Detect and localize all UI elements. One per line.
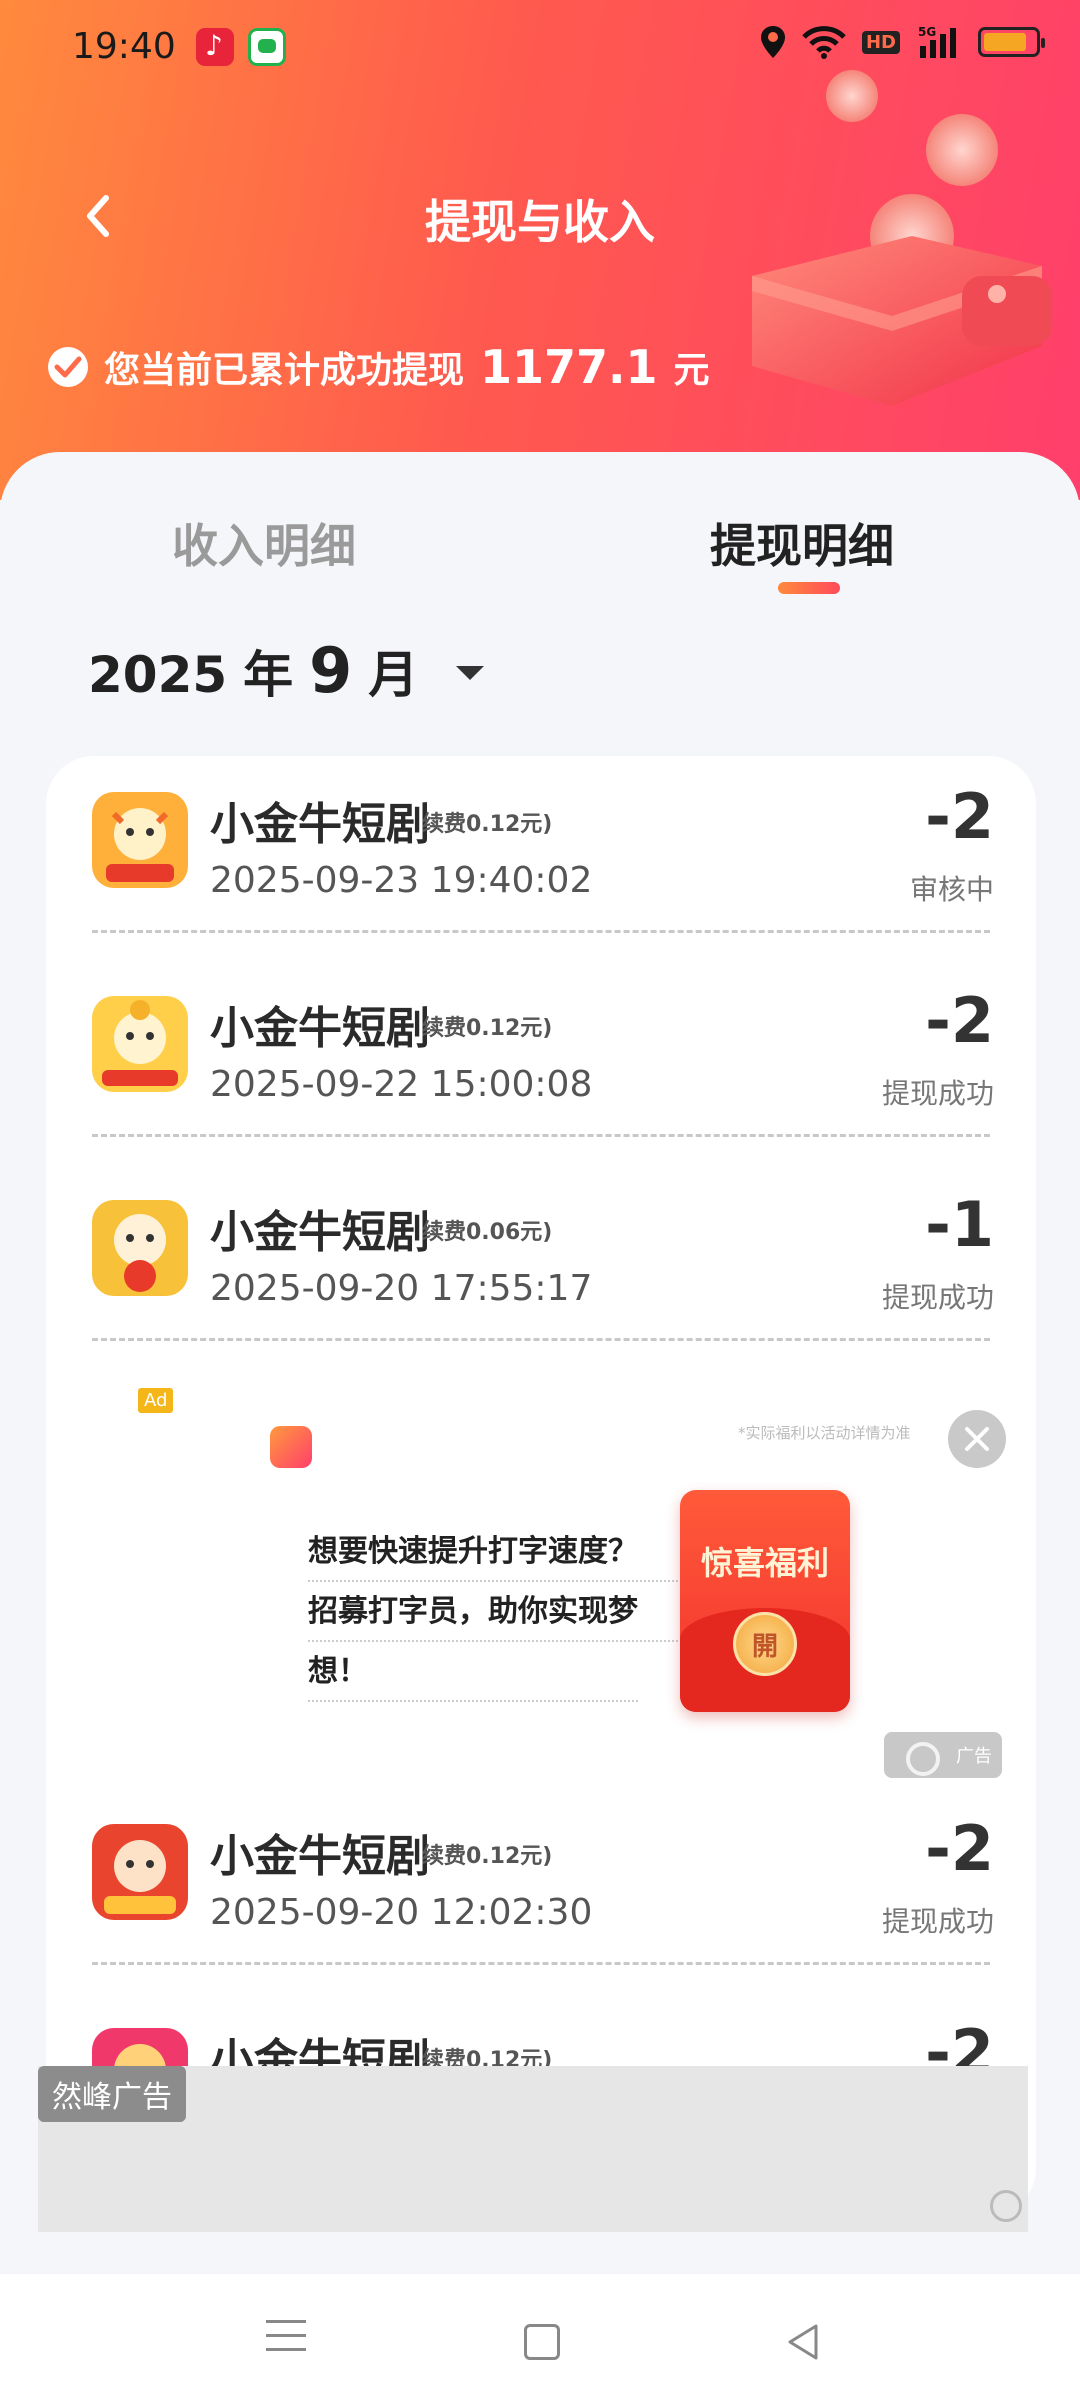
record-status: 提现成功: [881, 1905, 994, 1938]
ad-provider-logo-icon: [990, 2190, 1022, 2222]
record-title: 小金牛短剧: [210, 2035, 430, 2072]
record-time: 2025-09-23 19:40:02: [210, 860, 593, 901]
menu-line: [266, 2320, 306, 2323]
app-icon-bull: [92, 792, 188, 888]
month-selector-month: 9: [309, 634, 353, 707]
red-packet-button[interactable]: 惊喜福利 開: [680, 1490, 850, 1712]
record-time: 2025-09-20 12:02:30: [210, 1892, 593, 1933]
location-icon: [760, 26, 785, 58]
check-circle-icon: [48, 347, 88, 387]
close-icon: [965, 1427, 989, 1451]
triangle-back-icon: [788, 2324, 818, 2360]
chat-app-icon: [248, 28, 286, 66]
system-navigation-bar: [0, 2274, 1080, 2408]
tab-income-detail[interactable]: 收入明细: [172, 510, 356, 576]
menu-line: [266, 2334, 306, 2337]
record-status: 提现成功: [881, 1281, 994, 1314]
dashed-divider: [92, 1338, 990, 1341]
battery-icon: [978, 27, 1045, 57]
ad-line: 招募打字员，助你实现梦: [308, 1586, 690, 1642]
record-time: 2025-09-20 17:55:17: [210, 1268, 593, 1309]
record-amount: -1: [925, 1188, 994, 1261]
summary-amount: 1177.1: [480, 340, 658, 394]
music-app-icon: [196, 28, 234, 66]
app-icon-bull: [92, 1824, 188, 1920]
withdraw-record-row[interactable]: 小金牛短剧 续费0.12元) -2: [46, 1992, 1036, 2072]
app-icon-bull: [92, 1200, 188, 1296]
withdraw-record-row[interactable]: 小金牛短剧 续费0.06元) 2025-09-20 17:55:17 -1 提现…: [46, 1164, 1036, 1368]
record-time: 2025-09-22 15:00:08: [210, 1064, 593, 1105]
recent-apps-button[interactable]: [266, 2320, 306, 2362]
status-icons: HD 5G: [760, 24, 1045, 60]
bottom-ad-label: 然峰广告: [38, 2066, 186, 2122]
menu-line: [266, 2348, 306, 2351]
tab-withdraw-detail[interactable]: 提现明细: [710, 510, 894, 576]
withdraw-record-row[interactable]: 小金牛短剧 续费0.12元) 2025-09-23 19:40:02 -2 审核…: [46, 756, 1036, 960]
dashed-divider: [92, 930, 990, 933]
caret-down-icon: [456, 666, 485, 680]
record-title: 小金牛短剧: [210, 1207, 430, 1258]
record-fee: 续费0.12元): [422, 1844, 553, 1869]
month-selector[interactable]: 2025 年 9 月: [88, 634, 485, 707]
record-amount: -2: [925, 984, 994, 1057]
month-selector-month-unit: 月: [368, 646, 419, 704]
ad-line: 想要快速提升打字速度？: [308, 1526, 690, 1582]
red-packet-open-coin: 開: [733, 1612, 797, 1676]
record-title: 小金牛短剧: [210, 1831, 430, 1882]
active-tab-indicator: [778, 582, 840, 594]
record-title: 小金牛短剧: [210, 1003, 430, 1054]
status-time: 19:40: [72, 26, 176, 67]
record-fee: 续费0.12元): [422, 1016, 553, 1041]
inline-ad[interactable]: Ad *实际福利以活动详情为准 想要快速提升打字速度？ 招募打字员，助你实现梦 …: [46, 1360, 1036, 1780]
summary-unit: 元: [673, 350, 710, 391]
record-fee: 续费0.06元): [422, 1220, 553, 1245]
month-selector-year: 2025: [88, 646, 228, 704]
dashed-divider: [92, 1962, 990, 1965]
ad-line: 想！: [308, 1646, 638, 1702]
record-title: 小金牛短剧: [210, 799, 430, 850]
red-packet-text: 惊喜福利: [700, 1544, 829, 1582]
ad-disclaimer: *实际福利以活动详情为准: [738, 1424, 911, 1442]
withdraw-record-row[interactable]: 小金牛短剧 续费0.12元) 2025-09-20 12:02:30 -2 提现…: [46, 1788, 1036, 1992]
record-status: 提现成功: [881, 1077, 994, 1110]
record-amount: -2: [925, 1812, 994, 1885]
ad-close-button[interactable]: [948, 1410, 1006, 1468]
record-amount: -2: [925, 2016, 994, 2072]
hd-badge: HD: [861, 30, 900, 54]
ad-tag: Ad: [138, 1388, 174, 1413]
bottom-banner-ad[interactable]: 然峰广告: [38, 2066, 1028, 2232]
svg-text:5G: 5G: [918, 25, 936, 39]
record-amount: -2: [925, 780, 994, 853]
ad-app-logo-icon: [270, 1426, 312, 1468]
record-status: 审核中: [909, 873, 994, 906]
wifi-icon: [802, 26, 846, 59]
withdraw-summary: 您当前已累计成功提现 1177.1 元: [48, 340, 710, 394]
withdraw-record-row[interactable]: 小金牛短剧 续费0.12元) 2025-09-22 15:00:08 -2 提现…: [46, 960, 1036, 1164]
wallet-illustration: [752, 70, 1052, 406]
month-selector-year-unit: 年: [243, 646, 294, 704]
summary-text: 您当前已累计成功提现: [104, 350, 465, 391]
record-fee: 续费0.12元): [422, 812, 553, 837]
dashed-divider: [92, 1134, 990, 1137]
home-button[interactable]: [524, 2324, 560, 2360]
signal-icon: 5G: [918, 25, 956, 58]
app-icon-bull: [92, 996, 188, 1092]
ad-badge: 广告: [884, 1732, 1002, 1778]
